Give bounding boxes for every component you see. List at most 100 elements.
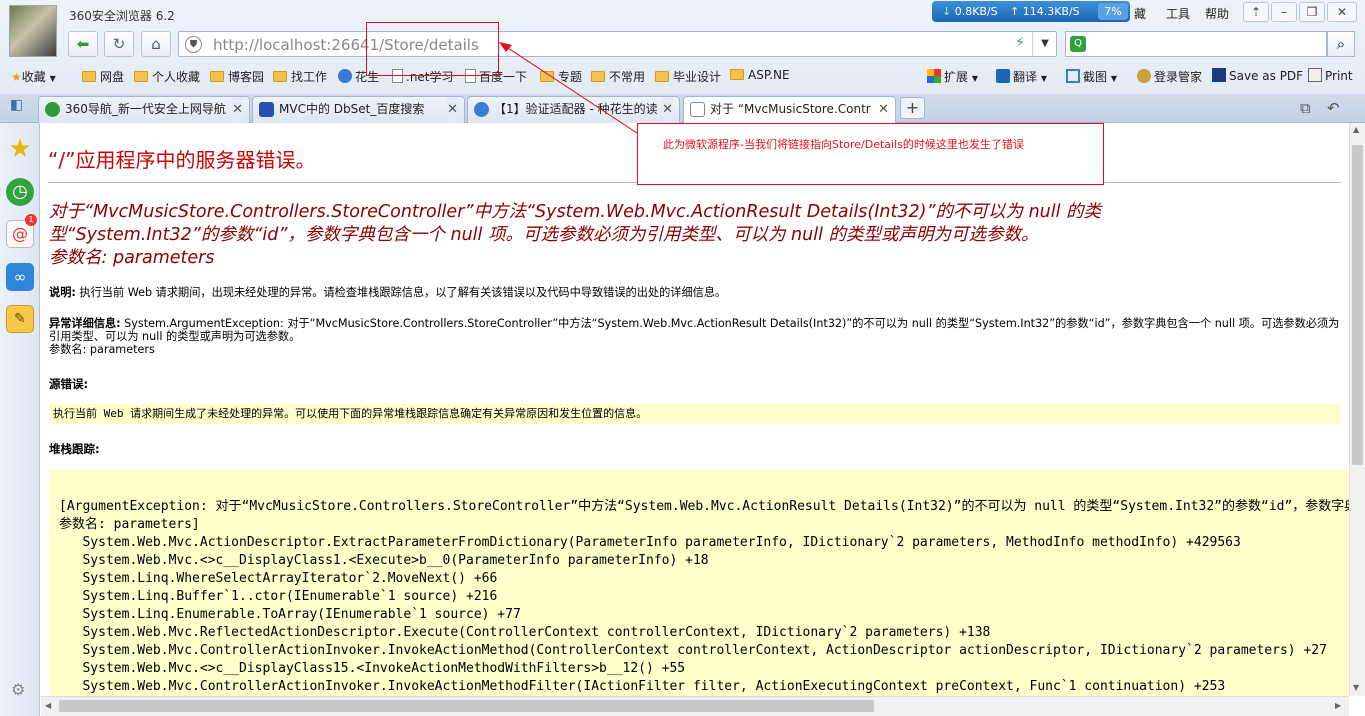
login-manager-button[interactable]: 登录管家 (1137, 68, 1202, 85)
fav-folder[interactable]: ASP.NE (730, 68, 790, 82)
description: 说明: 执行当前 Web 请求期间，出现未经处理的异常。请检查堆栈跟踪信息，以了… (49, 286, 727, 299)
folder-icon (210, 71, 224, 82)
tab-favicon (259, 102, 274, 117)
translate-icon (996, 69, 1010, 83)
scroll-left-icon[interactable]: ◀ (45, 701, 51, 710)
pin-icon[interactable]: ⇡ (1243, 2, 1269, 22)
favorites-menu[interactable]: ★收藏 ▼ (11, 68, 56, 85)
network-speed-badge[interactable]: ↓ 0.8KB/S ↑ 114.3KB/S 7% (932, 1, 1130, 22)
close-icon[interactable]: ✕ (662, 97, 673, 122)
stack-trace-line: System.Linq.Buffer`1..ctor(IEnumerable`1… (82, 589, 498, 604)
vertical-scrollbar[interactable]: ▲ ▼ (1349, 123, 1365, 696)
scroll-up-icon[interactable]: ▲ (1353, 125, 1359, 134)
fav-folder[interactable]: 博客园 (210, 68, 264, 85)
stack-trace-line: System.Linq.WhereSelectArrayIterator`2.M… (82, 571, 498, 586)
shield-icon[interactable]: ⛊ (185, 36, 202, 53)
search-input[interactable]: Q (1065, 31, 1327, 57)
close-icon[interactable]: ✕ (232, 97, 243, 122)
fav-folder[interactable]: 不常用 (591, 68, 645, 85)
fav-folder[interactable]: 网盘 (82, 68, 124, 85)
favorites-star-icon[interactable]: ★ (6, 136, 34, 164)
menu-tools[interactable]: 工具 (1166, 5, 1190, 22)
tab-error-page[interactable]: 对于 “MvcMusicStore.Contr ✕ (683, 96, 896, 124)
page-content: “/”应用程序中的服务器错误。 对于“MvcMusicStore.Control… (41, 123, 1349, 696)
stack-trace-line: System.Web.Mvc.<>c__DisplayClass15.<Invo… (82, 661, 686, 676)
folder-icon (134, 71, 148, 82)
error-message: 对于“MvcMusicStore.Controllers.StoreContro… (49, 202, 1102, 268)
search-engine-icon[interactable]: Q (1070, 36, 1086, 52)
annotation-callout: 此为微软源程序-当我们将链接指向Store/Details的时候这里也发生了错误 (637, 123, 1104, 185)
back-icon[interactable]: ⬅ (68, 31, 98, 57)
annotation-highlight-url (366, 22, 499, 76)
notes-icon[interactable]: ✎ (6, 305, 34, 333)
save-pdf-button[interactable]: Save as PDF (1212, 68, 1303, 83)
stack-trace-line: System.Linq.Enumerable.ToArray(IEnumerab… (82, 607, 521, 622)
close-window-icon[interactable]: ✕ (1327, 2, 1357, 22)
source-error-box: 执行当前 Web 请求期间生成了未经处理的异常。可以使用下面的异常堆栈跟踪信息确… (49, 404, 1341, 424)
tab-360-navigation[interactable]: 360导航_新一代安全上网导航 ✕ (38, 96, 250, 123)
settings-gear-icon[interactable]: ⚙ (11, 680, 25, 699)
menu-help[interactable]: 帮助 (1205, 5, 1229, 22)
stack-trace-line: System.Web.Mvc.<>c__DisplayClass1.<Execu… (82, 553, 709, 568)
address-bar[interactable]: ⛊ http://localhost:26641/Store/details ⚡… (178, 31, 1057, 57)
close-icon[interactable]: ✕ (878, 97, 889, 122)
tab-baidu-search[interactable]: MVC中的 DbSet_百度搜索 ✕ (252, 96, 465, 123)
stack-trace-line: System.Web.Mvc.ControllerActionInvoker.I… (82, 643, 1327, 658)
cloud-sync-icon[interactable]: ∞ (6, 263, 34, 291)
title-bar (0, 0, 1365, 30)
scroll-thumb[interactable] (59, 700, 874, 712)
stack-trace-line: 参数名: parameters] (59, 517, 200, 532)
stack-trace-text: [ArgumentException: 对于“MvcMusicStore.Con… (59, 498, 1349, 696)
exception-details: 异常详细信息: System.ArgumentException: 对于“Mvc… (49, 317, 1340, 356)
source-error-label: 源错误: (49, 377, 89, 391)
printer-icon (1308, 68, 1322, 82)
app-title: 360安全浏览器 6.2 (69, 9, 175, 23)
extensions-button[interactable]: 扩展 ▼ (927, 68, 978, 85)
history-clock-icon[interactable]: ◷ (6, 178, 34, 206)
new-tab-button[interactable]: + (900, 97, 925, 119)
pdf-icon (1212, 68, 1226, 82)
screenshot-button[interactable]: 截图 ▼ (1066, 68, 1117, 85)
folder-icon (655, 71, 669, 82)
folder-icon (540, 71, 554, 82)
cpu-percent: 7% (1098, 3, 1128, 20)
tab-validation-adapter[interactable]: 【1】验证适配器 - 种花生的读 ✕ (467, 96, 680, 123)
key-icon (1137, 69, 1151, 83)
folder-icon (273, 71, 287, 82)
stack-trace-line: System.Web.Mvc.ActionDescriptor.ExtractP… (82, 535, 1241, 550)
folder-icon (82, 71, 96, 82)
scroll-right-icon[interactable]: ▶ (1335, 701, 1341, 710)
fav-folder[interactable]: 毕业设计 (655, 68, 721, 85)
fav-folder[interactable]: 找工作 (273, 68, 327, 85)
fav-folder[interactable]: 个人收藏 (134, 68, 200, 85)
restore-window-icon[interactable]: ❐ (1299, 2, 1325, 22)
sidebar-toggle-icon[interactable]: ◧ (10, 97, 23, 113)
mail-badge: 1 (25, 214, 37, 226)
search-icon[interactable]: ⌕ (1327, 31, 1355, 57)
bolt-icon[interactable]: ⚡ (1015, 35, 1025, 51)
home-icon[interactable]: ⌂ (141, 31, 171, 57)
chevron-down-icon[interactable]: ▼ (1032, 32, 1057, 56)
close-icon[interactable]: ✕ (447, 97, 458, 122)
stack-trace-line: [ArgumentException: 对于“MvcMusicStore.Con… (59, 499, 1349, 514)
extensions-icon (927, 69, 941, 83)
stack-trace-line: System.Web.Mvc.ReflectedActionDescriptor… (82, 625, 991, 640)
scroll-down-icon[interactable]: ▼ (1353, 683, 1359, 692)
fav-folder[interactable]: 专题 (540, 68, 582, 85)
tab-favicon (690, 102, 705, 117)
avatar[interactable] (9, 5, 57, 57)
translate-button[interactable]: 翻译 ▼ (996, 68, 1047, 85)
sidebar: ★ ◷ @ 1 ∞ ✎ ⚙ (0, 123, 40, 716)
globe-icon (338, 69, 352, 83)
restore-tabs-icon[interactable]: ⧉ (1300, 99, 1311, 117)
undo-close-icon[interactable]: ↶ (1327, 99, 1340, 117)
minimize-button[interactable]: – (1271, 2, 1297, 22)
print-button[interactable]: Print (1308, 68, 1353, 83)
page-title: “/”应用程序中的服务器错误。 (48, 148, 316, 172)
menu-favorites[interactable]: 藏 (1134, 5, 1146, 22)
horizontal-scrollbar[interactable]: ◀ ▶ (41, 696, 1349, 716)
refresh-icon[interactable]: ↻ (104, 31, 134, 57)
download-speed: ↓ 0.8KB/S (942, 5, 998, 18)
scroll-thumb[interactable] (1352, 145, 1363, 465)
scissors-icon (1066, 69, 1080, 83)
